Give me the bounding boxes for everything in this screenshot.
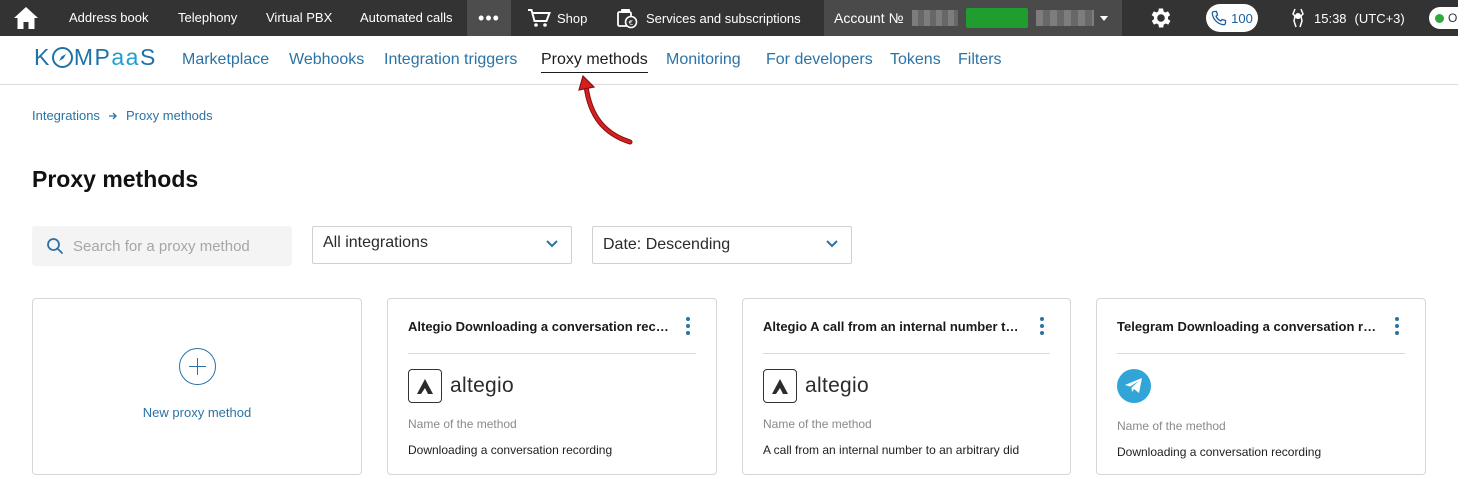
compass-icon <box>51 46 73 68</box>
nav-proxy-methods[interactable]: Proxy methods <box>541 51 648 73</box>
method-name-label: Name of the method <box>408 417 517 431</box>
redacted-account-name <box>1035 10 1094 26</box>
account-label: Account № <box>834 10 904 26</box>
services-icon: € <box>617 9 638 29</box>
logo-text-mp: MP <box>73 43 112 70</box>
card-divider <box>763 353 1050 354</box>
status-label: O <box>1448 11 1458 25</box>
logo-text-s: S <box>139 43 157 70</box>
card-title: Altegio A call from an internal number t… <box>763 319 1025 334</box>
kompaas-logo[interactable]: K MP aa S <box>34 42 157 72</box>
method-name-value: Downloading a conversation recording <box>408 443 613 457</box>
more-dots-icon: ••• <box>478 7 500 28</box>
breadcrumb: Integrations Proxy methods <box>32 108 213 123</box>
redacted-account-number <box>911 10 958 26</box>
telegram-icon <box>1117 369 1151 403</box>
breadcrumb-integrations[interactable]: Integrations <box>32 108 100 123</box>
svg-text:€: € <box>629 19 633 27</box>
card-divider <box>1117 353 1405 354</box>
breadcrumb-current: Proxy methods <box>125 108 213 123</box>
nav-monitoring[interactable]: Monitoring <box>666 51 741 69</box>
clock-timezone: (UTC+3) <box>1354 10 1405 26</box>
arrow-right-icon <box>108 112 117 119</box>
integration-filter-value: All integrations <box>323 234 428 251</box>
redacted-account-highlight <box>965 8 1028 28</box>
chevron-down-icon <box>826 240 838 248</box>
card-divider <box>408 353 696 354</box>
altegio-logo: altegio <box>763 369 869 403</box>
sort-value: Date: Descending <box>603 236 731 253</box>
method-name-value: Downloading a conversation recording <box>1117 445 1322 459</box>
caret-down-icon <box>1099 15 1108 21</box>
logo-text-aa: aa <box>111 43 140 70</box>
annotation-arrow <box>578 74 633 145</box>
integration-filter-select[interactable]: All integrations <box>312 226 572 264</box>
topnav-services[interactable]: € Services and subscriptions <box>616 0 801 36</box>
nav-integration-triggers[interactable]: Integration triggers <box>384 51 517 69</box>
method-name-label: Name of the method <box>763 417 872 431</box>
card-title: Telegram Downloading a conversation reco… <box>1117 319 1379 334</box>
card-title: Altegio Downloading a conversation recor… <box>408 319 670 334</box>
chevron-down-icon <box>546 240 558 248</box>
proxy-method-card[interactable]: Telegram Downloading a conversation reco… <box>1096 298 1426 475</box>
topnav-address-book[interactable]: Address book <box>69 0 149 36</box>
gear-icon[interactable] <box>1148 5 1174 31</box>
search-box[interactable] <box>32 226 292 266</box>
topnav-automated-calls[interactable]: Automated calls <box>360 0 453 36</box>
nav-marketplace[interactable]: Marketplace <box>182 51 269 69</box>
search-input[interactable] <box>73 237 273 255</box>
method-name-value: A call from an internal number to an arb… <box>763 443 1020 457</box>
logo-text-k: K <box>34 43 51 70</box>
phone-icon <box>1211 10 1227 26</box>
sort-select[interactable]: Date: Descending <box>592 226 852 264</box>
nav-filters[interactable]: Filters <box>958 51 1002 69</box>
home-button[interactable] <box>0 0 52 36</box>
altegio-mark-icon <box>763 369 797 403</box>
topnav-telephony[interactable]: Telephony <box>178 0 237 36</box>
top-bar: Address book Telephony Virtual PBX Autom… <box>0 0 1458 36</box>
clock-time: 15:38 <box>1314 10 1347 26</box>
raccoon-icon <box>1292 8 1304 28</box>
new-proxy-method-card[interactable]: New proxy method <box>32 298 362 475</box>
kebab-menu-icon[interactable] <box>1393 317 1401 335</box>
integrations-nav: K MP aa S Marketplace Webhooks Integrati… <box>0 36 1458 85</box>
status-toggle[interactable]: O <box>1429 7 1458 29</box>
plus-circle-icon <box>178 347 216 385</box>
brand-name: altegio <box>450 374 514 397</box>
topnav-virtual-pbx[interactable]: Virtual PBX <box>266 0 332 36</box>
brand-name: altegio <box>805 374 869 397</box>
kebab-menu-icon[interactable] <box>1038 317 1046 335</box>
active-calls-badge[interactable]: 100 <box>1206 4 1258 32</box>
altegio-mark-icon <box>408 369 442 403</box>
clock: 15:38 (UTC+3) <box>1290 0 1405 36</box>
new-proxy-method-label: New proxy method <box>142 404 252 420</box>
home-icon <box>14 7 38 29</box>
altegio-logo: altegio <box>408 369 514 403</box>
services-label: Services and subscriptions <box>646 10 801 26</box>
nav-webhooks[interactable]: Webhooks <box>289 51 364 69</box>
kebab-menu-icon[interactable] <box>684 317 692 335</box>
calls-count: 100 <box>1231 10 1253 26</box>
more-menu-button[interactable]: ••• <box>467 0 511 36</box>
search-icon <box>47 238 63 254</box>
online-status-icon <box>1435 13 1444 23</box>
proxy-method-card[interactable]: Altegio Downloading a conversation recor… <box>387 298 717 475</box>
page-title: Proxy methods <box>32 166 199 192</box>
shopping-cart-icon <box>528 9 551 27</box>
account-selector[interactable]: Account № <box>824 0 1122 36</box>
method-name-label: Name of the method <box>1117 419 1226 433</box>
nav-tokens[interactable]: Tokens <box>890 51 941 69</box>
topnav-shop[interactable]: Shop <box>527 0 587 36</box>
nav-for-developers[interactable]: For developers <box>766 51 873 69</box>
shop-label: Shop <box>557 10 588 26</box>
proxy-method-card[interactable]: Altegio A call from an internal number t… <box>742 298 1071 475</box>
